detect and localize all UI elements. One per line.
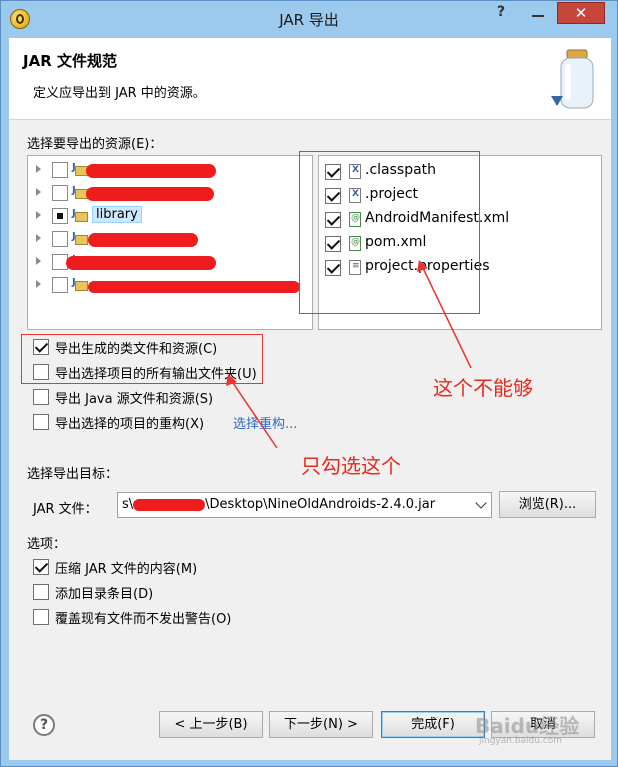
resources-label: 选择要导出的资源(E)：	[27, 137, 163, 152]
destination-label: 选择导出目标：	[27, 467, 119, 482]
jar-export-window: JAR 导出 ? ✕ JAR 文件规范 定义应导出到 JAR 中的资源。 选择要…	[0, 0, 618, 767]
tree-row[interactable]: J	[28, 229, 304, 251]
annotation-box-files	[299, 151, 480, 314]
option-label: 覆盖现有文件而不发出警告(O)	[55, 612, 232, 627]
dialog-client: JAR 文件规范 定义应导出到 JAR 中的资源。 选择要导出的资源(E)： J	[9, 38, 611, 760]
project-icon: J	[72, 208, 89, 224]
export-refactorings-checkbox[interactable]	[33, 414, 49, 430]
option-label: 导出 Java 源文件和资源(S)	[55, 392, 214, 407]
tree-row[interactable]: J	[28, 183, 304, 205]
expand-arrow-icon[interactable]	[36, 280, 41, 288]
project-checkbox[interactable]	[52, 231, 68, 247]
redaction-mark	[86, 187, 214, 201]
redaction-mark	[88, 233, 198, 247]
expand-arrow-icon[interactable]	[36, 165, 41, 173]
jar-file-combo[interactable]: s\ \Desktop\NineOldAndroids-2.4.0.jar	[117, 492, 492, 518]
option-label: 添加目录条目(D)	[55, 587, 154, 602]
project-checkbox[interactable]	[52, 162, 68, 178]
minimize-icon	[532, 15, 544, 17]
close-button[interactable]: ✕	[557, 2, 605, 24]
option-label: 导出选择的项目的重构(X)	[55, 417, 205, 432]
redaction-mark	[66, 256, 216, 270]
close-icon: ✕	[574, 4, 588, 22]
jar-path-text: s\ \Desktop\NineOldAndroids-2.4.0.jar	[122, 497, 436, 512]
option-label: 压缩 JAR 文件的内容(M)	[55, 562, 198, 577]
project-icon: J	[72, 231, 89, 247]
watermark-url: jingyan.baidu.com	[479, 736, 563, 746]
library-label: library	[92, 206, 142, 223]
title-bar: JAR 导出 ? ✕	[1, 1, 617, 37]
help-icon[interactable]: ?	[33, 714, 55, 736]
tree-row[interactable]: J	[28, 275, 304, 297]
finish-button[interactable]: 完成(F)	[381, 711, 485, 738]
question-icon: ?	[497, 4, 506, 20]
tree-row-library[interactable]: J library	[28, 206, 304, 228]
project-checkbox[interactable]	[52, 277, 68, 293]
select-refactorings-link[interactable]: 选择重构...	[233, 413, 297, 432]
minimize-button[interactable]	[525, 2, 551, 24]
redaction-mark	[86, 164, 216, 178]
options-label: 选项：	[27, 537, 67, 552]
jar-icon	[551, 49, 594, 109]
browse-button[interactable]: 浏览(R)...	[499, 491, 596, 518]
expand-arrow-icon[interactable]	[36, 188, 41, 196]
annotation-cannot: 这个不能够	[433, 376, 533, 400]
page-description: 定义应导出到 JAR 中的资源。	[33, 86, 206, 101]
redaction-mark	[88, 281, 300, 293]
back-button[interactable]: < 上一步(B)	[159, 711, 263, 738]
annotation-only-this: 只勾选这个	[301, 454, 401, 478]
project-tree[interactable]: J J J library J J	[27, 155, 313, 330]
redaction-mark	[133, 498, 206, 511]
tree-row[interactable]: J	[28, 160, 304, 182]
help-title-button[interactable]: ?	[489, 2, 515, 24]
expand-arrow-icon[interactable]	[36, 257, 41, 265]
page-title: JAR 文件规范	[23, 52, 117, 70]
project-icon: J	[72, 277, 89, 293]
wizard-header: JAR 文件规范 定义应导出到 JAR 中的资源。	[9, 38, 611, 120]
add-directory-entries-checkbox[interactable]	[33, 584, 49, 600]
next-button[interactable]: 下一步(N) >	[269, 711, 373, 738]
chevron-down-icon[interactable]	[475, 497, 487, 509]
expand-arrow-icon[interactable]	[36, 234, 41, 242]
jar-file-label: JAR 文件：	[33, 502, 98, 517]
tree-row[interactable]: J	[28, 252, 304, 274]
project-checkbox[interactable]	[52, 185, 68, 201]
library-checkbox[interactable]	[52, 208, 68, 224]
watermark: Baidu经验	[475, 714, 580, 738]
export-java-source-checkbox[interactable]	[33, 389, 49, 405]
annotation-box-options	[21, 334, 263, 384]
overwrite-checkbox[interactable]	[33, 609, 49, 625]
compress-checkbox[interactable]	[33, 559, 49, 575]
expand-arrow-icon[interactable]	[36, 211, 41, 219]
